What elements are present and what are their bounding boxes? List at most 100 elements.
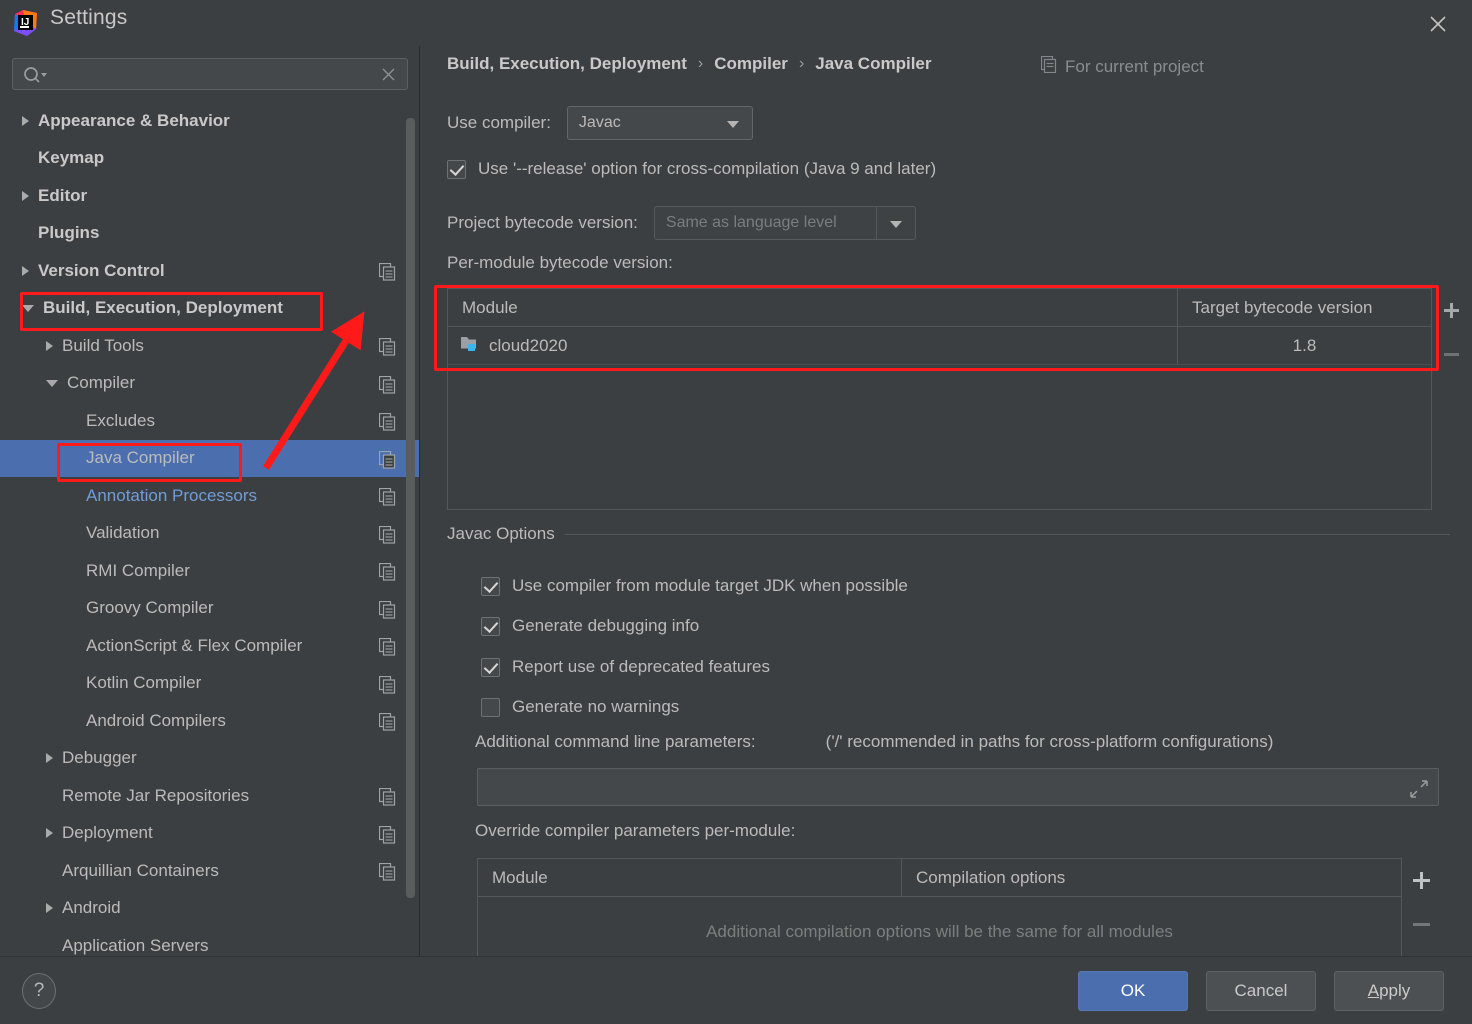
chevron-down-icon[interactable]	[22, 304, 34, 312]
sidebar-item-kotlin-compiler[interactable]: Kotlin Compiler	[0, 665, 419, 703]
checkbox-generate-no-warnings[interactable]: Generate no warnings	[481, 697, 679, 717]
copy-icon[interactable]	[378, 600, 396, 624]
sidebar-item-label: Debugger	[62, 748, 137, 768]
sidebar-item-editor[interactable]: Editor	[0, 177, 419, 215]
table-header-row: Module Compilation options	[478, 859, 1401, 897]
add-override-button[interactable]	[1402, 858, 1440, 902]
column-header-module[interactable]: Module	[448, 289, 1178, 326]
copy-icon[interactable]	[378, 862, 396, 886]
chevron-right-icon[interactable]	[46, 903, 53, 914]
cell-target-bytecode-version[interactable]: 1.8	[1178, 327, 1431, 364]
breadcrumb-item-1[interactable]: Compiler	[714, 54, 788, 74]
per-module-bytecode-label: Per-module bytecode version:	[447, 253, 673, 272]
copy-icon[interactable]	[378, 450, 396, 474]
sidebar-item-validation[interactable]: Validation	[0, 515, 419, 553]
use-release-option-label: Use '--release' option for cross-compila…	[478, 159, 937, 178]
chevron-down-icon[interactable]	[46, 379, 58, 387]
breadcrumb-item-0[interactable]: Build, Execution, Deployment	[447, 54, 687, 74]
override-parameters-table: Module Compilation options Additional co…	[477, 858, 1402, 956]
copy-icon[interactable]	[378, 487, 396, 511]
column-header-module[interactable]: Module	[478, 859, 902, 896]
javac-options-title: Javac Options	[447, 524, 555, 543]
sidebar-item-build-execution-deployment[interactable]: Build, Execution, Deployment	[0, 290, 419, 328]
sidebar-item-debugger[interactable]: Debugger	[0, 740, 419, 778]
apply-button[interactable]: Apply	[1334, 971, 1444, 1011]
sidebar-item-label: Compiler	[67, 373, 136, 393]
chevron-right-icon[interactable]	[22, 265, 29, 276]
sidebar-item-version-control[interactable]: Version Control	[0, 252, 419, 290]
sidebar-item-application-servers[interactable]: Application Servers	[0, 927, 419, 956]
sidebar-item-remote-jar-repositories[interactable]: Remote Jar Repositories	[0, 777, 419, 815]
sidebar-item-keymap[interactable]: Keymap	[0, 140, 419, 178]
sidebar-item-android-compilers[interactable]: Android Compilers	[0, 702, 419, 740]
copy-icon[interactable]	[378, 712, 396, 736]
sidebar-item-build-tools[interactable]: Build Tools	[0, 327, 419, 365]
chevron-right-icon[interactable]	[22, 115, 29, 126]
checkbox-use-compiler-from-module-target-jdk[interactable]: Use compiler from module target JDK when…	[481, 576, 908, 596]
copy-icon[interactable]	[378, 262, 396, 286]
copy-icon[interactable]	[378, 525, 396, 549]
copy-icon[interactable]	[378, 637, 396, 661]
clear-icon[interactable]	[380, 66, 397, 88]
sidebar-item-deployment[interactable]: Deployment	[0, 815, 419, 853]
copy-icon[interactable]	[378, 825, 396, 849]
breadcrumb-separator: ›	[798, 55, 805, 72]
table-row[interactable]: cloud2020 1.8	[448, 327, 1431, 365]
copy-icon[interactable]	[378, 412, 396, 436]
copy-icon[interactable]	[378, 562, 396, 586]
sidebar-item-excludes[interactable]: Excludes	[0, 402, 419, 440]
expand-icon[interactable]	[1408, 778, 1430, 805]
additional-parameters-label: Additional command line parameters:	[475, 732, 756, 751]
additional-parameters-input[interactable]	[477, 768, 1439, 806]
sidebar-item-java-compiler[interactable]: Java Compiler	[0, 439, 419, 477]
project-bytecode-select[interactable]: Same as language level	[653, 206, 916, 240]
sidebar-item-label: ActionScript & Flex Compiler	[86, 635, 303, 655]
sidebar-item-rmi-compiler[interactable]: RMI Compiler	[0, 552, 419, 590]
sidebar-item-groovy-compiler[interactable]: Groovy Compiler	[0, 590, 419, 628]
copy-icon[interactable]	[378, 375, 396, 399]
chevron-right-icon[interactable]	[22, 190, 29, 201]
breadcrumb-separator: ›	[697, 55, 704, 72]
sidebar-item-annotation-processors[interactable]: Annotation Processors	[0, 477, 419, 515]
sidebar-item-android[interactable]: Android	[0, 890, 419, 928]
apply-mnemonic: A	[1367, 981, 1380, 1000]
column-header-target-bytecode-version[interactable]: Target bytecode version	[1178, 289, 1431, 326]
use-release-option-checkbox[interactable]: Use '--release' option for cross-compila…	[447, 159, 936, 179]
checkbox-box	[481, 616, 500, 636]
sidebar-item-label: Appearance & Behavior	[38, 110, 230, 130]
chevron-right-icon[interactable]	[46, 340, 53, 351]
sidebar-item-label: Annotation Processors	[86, 485, 258, 505]
per-module-table-toolbar	[1432, 288, 1470, 510]
cancel-button[interactable]: Cancel	[1206, 971, 1316, 1011]
chevron-right-icon[interactable]	[46, 753, 53, 764]
remove-module-button[interactable]	[1432, 332, 1470, 376]
copy-icon[interactable]	[378, 675, 396, 699]
breadcrumb-item-2[interactable]: Java Compiler	[815, 54, 931, 74]
sidebar-item-arquillian-containers[interactable]: Arquillian Containers	[0, 852, 419, 890]
add-module-button[interactable]	[1432, 288, 1470, 332]
search-box[interactable]	[12, 58, 408, 90]
remove-override-button[interactable]	[1402, 902, 1440, 946]
sidebar-item-actionscript-flex-compiler[interactable]: ActionScript & Flex Compiler	[0, 627, 419, 665]
checkbox-generate-debugging-info[interactable]: Generate debugging info	[481, 616, 699, 636]
chevron-right-icon[interactable]	[46, 828, 53, 839]
search-field-wrapper	[12, 58, 408, 90]
sidebar-scrollbar-thumb[interactable]	[406, 118, 415, 898]
copy-icon	[1040, 55, 1057, 78]
sidebar-item-plugins[interactable]: Plugins	[0, 215, 419, 253]
search-input[interactable]	[53, 59, 373, 89]
sidebar-item-label: Keymap	[38, 148, 105, 168]
use-compiler-value: Javac	[578, 114, 621, 131]
checkbox-report-use-of-deprecated-features[interactable]: Report use of deprecated features	[481, 657, 770, 677]
use-compiler-select[interactable]: Javac	[566, 106, 753, 140]
column-header-compilation-options[interactable]: Compilation options	[902, 859, 1401, 896]
sidebar-item-appearance-behavior[interactable]: Appearance & Behavior	[0, 102, 419, 140]
copy-icon[interactable]	[378, 787, 396, 811]
ok-button[interactable]: OK	[1078, 971, 1188, 1011]
help-button[interactable]: ?	[22, 973, 56, 1009]
copy-icon[interactable]	[378, 337, 396, 361]
checkbox-label: Generate debugging info	[512, 616, 700, 635]
close-icon[interactable]	[1422, 8, 1454, 40]
sidebar-item-compiler[interactable]: Compiler	[0, 365, 419, 403]
use-compiler-row: Use compiler: Javac	[447, 106, 753, 140]
